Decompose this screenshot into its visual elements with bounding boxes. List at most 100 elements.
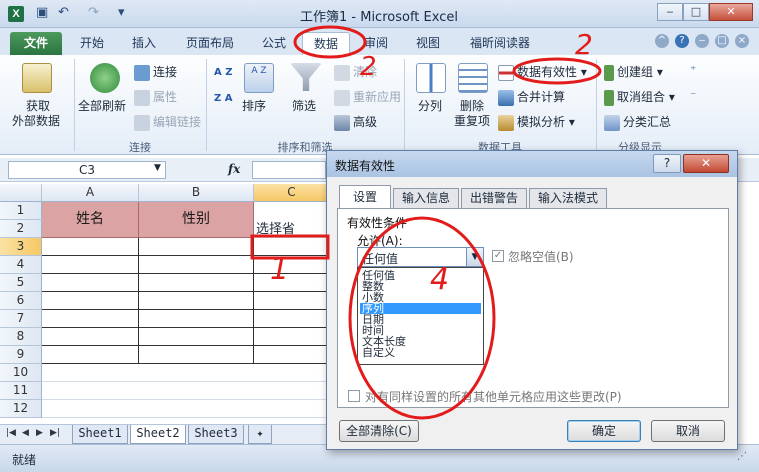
insert-function-icon[interactable]: fx bbox=[228, 162, 240, 176]
row-header-5[interactable]: 5 bbox=[0, 274, 42, 292]
row-header-12[interactable]: 12 bbox=[0, 400, 42, 418]
row-header-2[interactable]: 2 bbox=[0, 220, 42, 238]
hide-detail-icon[interactable]: ⁻ bbox=[690, 88, 696, 102]
tab-data[interactable]: 数据 bbox=[302, 32, 350, 55]
sort-az-button[interactable]: A Z bbox=[214, 67, 232, 78]
row-header-7[interactable]: 7 bbox=[0, 310, 42, 328]
next-sheet-icon[interactable]: ▶ bbox=[36, 428, 43, 438]
row-header-6[interactable]: 6 bbox=[0, 292, 42, 310]
tab-formulas[interactable]: 公式 bbox=[252, 32, 296, 55]
row-header-10[interactable]: 10 bbox=[0, 364, 42, 382]
row-header-4[interactable]: 4 bbox=[0, 256, 42, 274]
group-button[interactable]: 创建组 ▾ bbox=[604, 63, 663, 81]
sheet-tab-sheet2[interactable]: Sheet2 bbox=[130, 425, 186, 444]
option-custom[interactable]: 自定义 bbox=[360, 347, 481, 358]
sheet-tab-sheet1[interactable]: Sheet1 bbox=[72, 425, 128, 444]
reapply-button[interactable]: 重新应用 bbox=[334, 88, 401, 106]
last-sheet-icon[interactable]: ▶| bbox=[50, 428, 60, 438]
clear-all-button[interactable]: 全部清除(C) bbox=[339, 420, 419, 442]
maximize-button[interactable]: □ bbox=[683, 3, 709, 21]
tab-home[interactable]: 开始 bbox=[70, 32, 114, 55]
advanced-button[interactable]: 高级 bbox=[334, 113, 377, 131]
row-header-9[interactable]: 9 bbox=[0, 346, 42, 364]
excel-icon[interactable]: X bbox=[8, 6, 24, 22]
allow-dropdown-icon[interactable]: ▼ bbox=[466, 248, 483, 266]
table-cell[interactable] bbox=[139, 292, 254, 310]
table-cell[interactable] bbox=[254, 292, 330, 310]
tab-insert[interactable]: 插入 bbox=[122, 32, 166, 55]
dialog-help-button[interactable]: ? bbox=[653, 154, 681, 173]
refresh-all-button[interactable]: 全部刷新 bbox=[78, 97, 126, 114]
table-cell[interactable] bbox=[254, 328, 330, 346]
text-to-columns-button[interactable]: 分列 bbox=[418, 97, 442, 114]
row-header-1[interactable]: 1 bbox=[0, 202, 42, 220]
table-cell[interactable] bbox=[254, 256, 330, 274]
workbook-minimize-icon[interactable]: ‒ bbox=[695, 34, 709, 48]
table-cell[interactable] bbox=[42, 328, 139, 346]
redo-icon[interactable]: ↷ bbox=[88, 5, 99, 20]
help-icon[interactable]: ? bbox=[675, 34, 689, 48]
table-cell[interactable] bbox=[254, 346, 330, 364]
customize-qat-icon[interactable]: ▾ bbox=[118, 5, 125, 20]
apply-all-checkbox[interactable] bbox=[348, 390, 360, 402]
connections-button[interactable]: 连接 bbox=[134, 63, 177, 81]
properties-button[interactable]: 属性 bbox=[134, 88, 177, 106]
sort-button[interactable]: 排序 bbox=[242, 97, 266, 114]
filter-button[interactable]: 筛选 bbox=[292, 97, 316, 114]
table-cell[interactable] bbox=[139, 310, 254, 328]
ungroup-button[interactable]: 取消组合 ▾ bbox=[604, 88, 675, 106]
tab-view[interactable]: 视图 bbox=[406, 32, 450, 55]
prev-sheet-icon[interactable]: ◀ bbox=[22, 428, 29, 438]
row-header-3[interactable]: 3 bbox=[0, 238, 42, 256]
tab-page-layout[interactable]: 页面布局 bbox=[176, 32, 244, 55]
close-button[interactable]: ✕ bbox=[709, 3, 753, 21]
get-external-data-label2[interactable]: 外部数据 bbox=[12, 112, 60, 129]
column-header-c[interactable]: C bbox=[254, 184, 330, 202]
resize-grip-icon[interactable]: ⋰ bbox=[737, 451, 747, 462]
undo-icon[interactable]: ↶ bbox=[58, 5, 69, 20]
minimize-ribbon-icon[interactable]: ^ bbox=[655, 34, 669, 48]
edit-links-button[interactable]: 编辑链接 bbox=[134, 113, 201, 131]
cell-c1-province-header[interactable]: 选择省 bbox=[254, 202, 330, 238]
table-cell[interactable] bbox=[139, 274, 254, 292]
table-cell[interactable] bbox=[139, 256, 254, 274]
table-cell[interactable] bbox=[254, 238, 330, 256]
insert-sheet-icon[interactable]: ✦ bbox=[248, 425, 272, 444]
formula-input[interactable] bbox=[252, 161, 326, 179]
row-header-8[interactable]: 8 bbox=[0, 328, 42, 346]
save-icon[interactable]: ▣ bbox=[36, 5, 48, 20]
select-all-corner[interactable] bbox=[0, 184, 42, 202]
dialog-close-button[interactable]: ✕ bbox=[683, 154, 729, 173]
table-cell[interactable] bbox=[42, 256, 139, 274]
table-cell[interactable] bbox=[254, 274, 330, 292]
table-cell[interactable] bbox=[139, 238, 254, 256]
tab-settings[interactable]: 设置 bbox=[339, 185, 391, 209]
cell-a1-name-header[interactable]: 姓名 bbox=[42, 202, 139, 238]
column-header-b[interactable]: B bbox=[139, 184, 254, 202]
table-cell[interactable] bbox=[254, 310, 330, 328]
workbook-close-icon[interactable]: × bbox=[735, 34, 749, 48]
table-cell[interactable] bbox=[42, 274, 139, 292]
name-box-dropdown-icon[interactable]: ▼ bbox=[154, 163, 161, 173]
first-sheet-icon[interactable]: |◀ bbox=[6, 428, 16, 438]
table-cell[interactable] bbox=[139, 328, 254, 346]
row-header-11[interactable]: 11 bbox=[0, 382, 42, 400]
sheet-tab-sheet3[interactable]: Sheet3 bbox=[188, 425, 244, 444]
remove-duplicates-label2[interactable]: 重复项 bbox=[454, 112, 490, 129]
data-validation-button[interactable]: 数据有效性 ▾ bbox=[498, 63, 587, 81]
table-cell[interactable] bbox=[139, 346, 254, 364]
sort-za-button[interactable]: Z A bbox=[214, 93, 232, 104]
allow-select[interactable]: 任何值 ▼ bbox=[357, 247, 484, 267]
cell-b1-gender-header[interactable]: 性别 bbox=[139, 202, 254, 238]
table-cell[interactable] bbox=[42, 310, 139, 328]
consolidate-button[interactable]: 合并计算 bbox=[498, 88, 565, 106]
tab-error-alert[interactable]: 出错警告 bbox=[461, 188, 527, 208]
ignore-blank-checkbox[interactable]: ✓ bbox=[492, 250, 504, 262]
table-cell[interactable] bbox=[42, 238, 139, 256]
ok-button[interactable]: 确定 bbox=[567, 420, 641, 442]
table-cell[interactable] bbox=[42, 292, 139, 310]
workbook-restore-icon[interactable]: □ bbox=[715, 34, 729, 48]
tab-file[interactable]: 文件 bbox=[10, 32, 62, 55]
what-if-analysis-button[interactable]: 模拟分析 ▾ bbox=[498, 113, 575, 131]
show-detail-icon[interactable]: ⁺ bbox=[690, 63, 696, 77]
